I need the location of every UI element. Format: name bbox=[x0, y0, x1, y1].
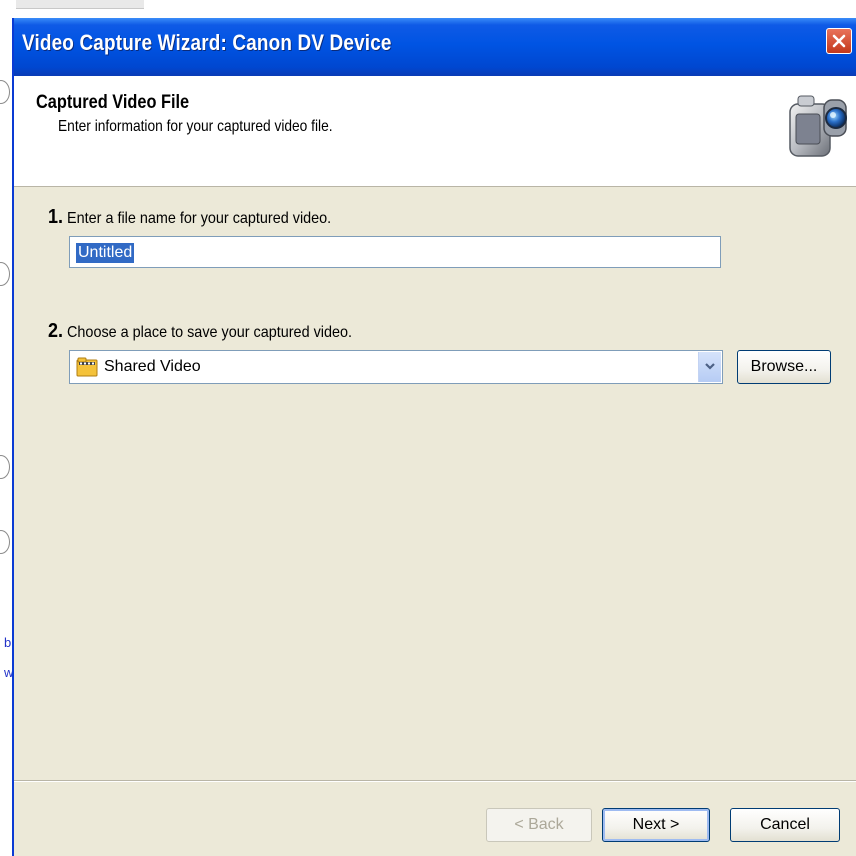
video-capture-wizard-dialog: Video Capture Wizard: Canon DV Device Ca… bbox=[12, 18, 856, 856]
step2-number: 2. bbox=[48, 320, 64, 342]
footer-separator bbox=[14, 780, 856, 782]
page-subtitle: Enter information for your captured vide… bbox=[58, 118, 333, 135]
dropdown-button[interactable] bbox=[698, 352, 721, 382]
step1-label-row: 1. Enter a file name for your captured v… bbox=[48, 206, 331, 229]
step2-label: Choose a place to save your captured vid… bbox=[67, 324, 353, 341]
browse-button[interactable]: Browse... bbox=[737, 350, 831, 384]
save-location-dropdown[interactable]: Shared Video bbox=[69, 350, 723, 384]
cancel-button[interactable]: Cancel bbox=[730, 808, 840, 842]
close-button[interactable] bbox=[826, 28, 852, 54]
close-icon bbox=[832, 34, 846, 48]
video-folder-icon bbox=[76, 357, 98, 377]
title-bar[interactable]: Video Capture Wizard: Canon DV Device bbox=[14, 18, 856, 76]
wizard-header: Captured Video File Enter information fo… bbox=[14, 76, 856, 187]
save-location-value: Shared Video bbox=[104, 358, 201, 375]
background-window-top bbox=[0, 0, 856, 12]
background-window bbox=[0, 0, 12, 856]
step1-label: Enter a file name for your captured vide… bbox=[67, 210, 332, 227]
page-title: Captured Video File bbox=[36, 92, 190, 113]
camcorder-icon bbox=[789, 95, 847, 157]
next-button[interactable]: Next > bbox=[602, 808, 710, 842]
background-link-fragment[interactable]: b bbox=[4, 635, 11, 650]
step2-label-row: 2. Choose a place to save your captured … bbox=[48, 320, 352, 343]
filename-value: Untitled bbox=[76, 243, 135, 263]
window-title: Video Capture Wizard: Canon DV Device bbox=[22, 30, 392, 55]
back-button[interactable]: < Back bbox=[486, 808, 592, 842]
step1-number: 1. bbox=[48, 206, 64, 228]
chevron-down-icon bbox=[705, 363, 715, 370]
background-tab bbox=[16, 0, 144, 9]
filename-input[interactable]: Untitled bbox=[69, 236, 721, 268]
